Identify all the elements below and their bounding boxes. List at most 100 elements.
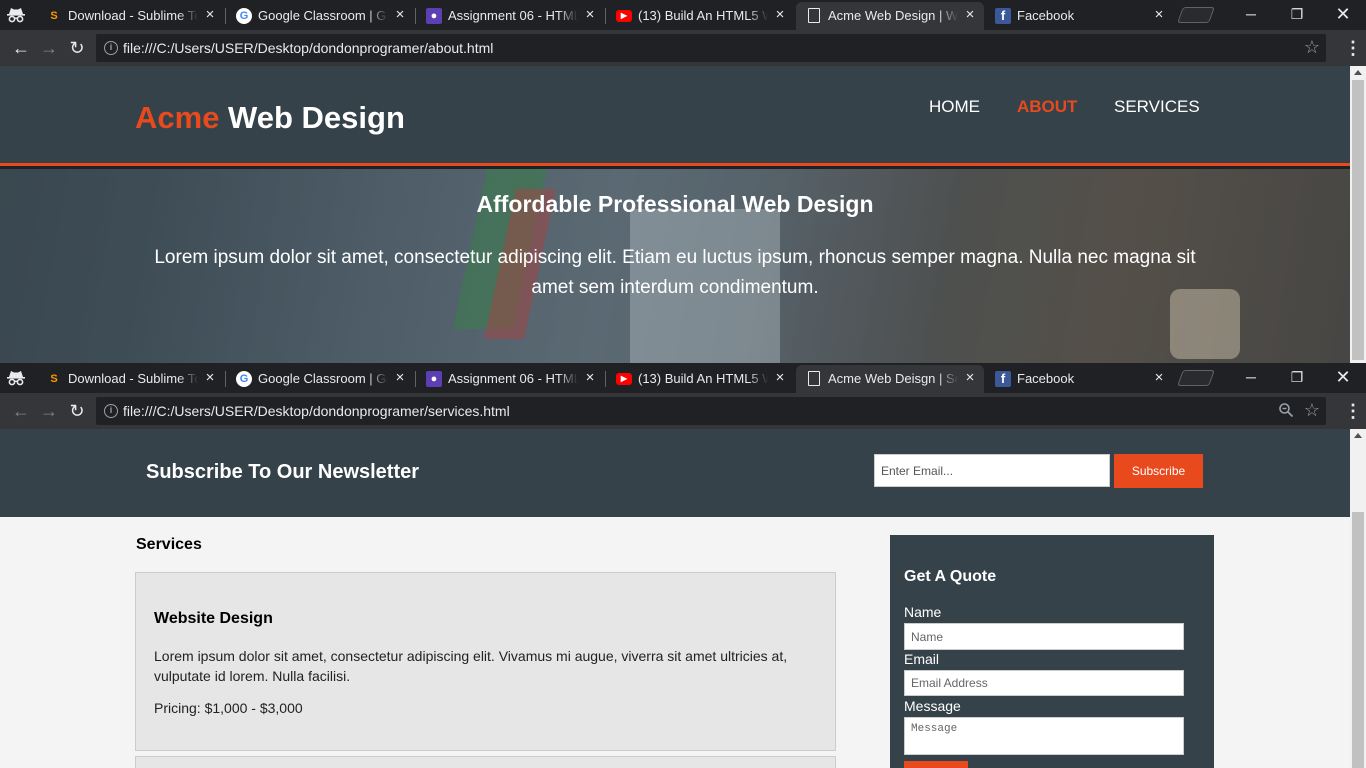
facebook-icon: f — [995, 8, 1011, 24]
forward-arrow-icon[interactable]: → — [38, 37, 60, 59]
newsletter-email-input[interactable] — [874, 454, 1110, 487]
info-icon[interactable]: i — [104, 404, 118, 418]
classroom-assignment-icon: ● — [426, 8, 442, 24]
restore-button[interactable]: ❐ — [1274, 363, 1320, 393]
tab-title: Download - Sublime Text — [68, 8, 198, 23]
subscribe-button[interactable]: Subscribe — [1114, 454, 1203, 488]
document-icon — [808, 8, 820, 23]
menu-kebab-icon[interactable]: ⋮ — [1344, 400, 1362, 422]
tab-sublime[interactable]: S Download - Sublime Text × — [36, 365, 224, 393]
scrollbar-thumb[interactable] — [1352, 512, 1364, 768]
quote-title: Get A Quote — [904, 568, 997, 585]
scrollbar-thumb[interactable] — [1352, 80, 1364, 360]
tab-google-classroom[interactable]: G Google Classroom | Google × — [226, 2, 414, 30]
quote-send-button[interactable] — [904, 761, 968, 768]
tab-sublime[interactable]: S Download - Sublime Text × — [36, 2, 224, 30]
tab-facebook[interactable]: f Facebook × — [985, 2, 1173, 30]
close-tab-icon[interactable]: × — [962, 370, 978, 386]
scroll-up-arrow-icon[interactable] — [1354, 70, 1362, 75]
sublime-icon: S — [50, 373, 58, 385]
email-label: Email — [904, 651, 940, 667]
forward-arrow-icon[interactable]: → — [38, 400, 60, 422]
quote-name-input[interactable] — [904, 623, 1184, 650]
close-tab-icon[interactable]: × — [202, 370, 218, 386]
incognito-icon — [7, 371, 25, 386]
nav-about-link[interactable]: ABOUT — [1017, 97, 1077, 117]
tab-assignment[interactable]: ● Assignment 06 - HTML5 × — [416, 2, 604, 30]
close-tab-icon[interactable]: × — [962, 7, 978, 23]
url-text: file:///C:/Users/USER/Desktop/dondonprog… — [123, 403, 510, 419]
google-icon: G — [236, 371, 252, 387]
service-card — [135, 756, 836, 768]
info-icon[interactable]: i — [104, 41, 118, 55]
vertical-scrollbar[interactable] — [1350, 429, 1366, 768]
close-window-button[interactable]: ✕ — [1320, 363, 1366, 393]
tab-acme-active[interactable]: Acme Web Design | Welcome × — [796, 2, 984, 30]
close-tab-icon[interactable]: × — [772, 370, 788, 386]
tab-title: Download - Sublime Text — [68, 371, 198, 386]
nav-home-link[interactable]: HOME — [929, 97, 980, 117]
close-tab-icon[interactable]: × — [772, 7, 788, 23]
menu-kebab-icon[interactable]: ⋮ — [1344, 37, 1362, 59]
services-heading: Services — [136, 536, 202, 553]
incognito-icon — [7, 8, 25, 23]
bookmark-star-icon[interactable]: ☆ — [1304, 37, 1320, 58]
reload-icon[interactable]: ↻ — [66, 400, 88, 422]
back-arrow-icon[interactable]: ← — [10, 400, 32, 422]
close-tab-icon[interactable]: × — [202, 7, 218, 23]
brand-rest: Web Design — [219, 100, 405, 135]
close-window-button[interactable]: ✕ — [1320, 0, 1366, 30]
zoom-magnifier-icon[interactable] — [1278, 402, 1294, 418]
bookmark-star-icon[interactable]: ☆ — [1304, 400, 1320, 421]
newsletter-title: Subscribe To Our Newsletter — [146, 461, 420, 483]
address-bar[interactable]: i file:///C:/Users/USER/Desktop/dondonpr… — [96, 397, 1326, 425]
brand-highlight: Acme — [135, 100, 220, 135]
tab-title: Facebook — [1017, 371, 1147, 386]
quote-email-input[interactable] — [904, 670, 1184, 696]
close-tab-icon[interactable]: × — [1151, 370, 1167, 386]
sublime-icon: S — [50, 10, 58, 22]
services-page-viewport: Subscribe To Our Newsletter Subscribe Se… — [0, 429, 1350, 768]
tab-strip: S Download - Sublime Text × G Google Cla… — [0, 363, 1366, 393]
showcase-title: Affordable Professional Web Design — [476, 191, 874, 217]
new-tab-button[interactable] — [1177, 370, 1215, 386]
url-text: file:///C:/Users/USER/Desktop/dondonprog… — [123, 40, 494, 56]
google-icon: G — [236, 8, 252, 24]
quote-message-textarea[interactable] — [904, 717, 1184, 755]
tab-title: Google Classroom | Google — [258, 371, 388, 386]
service-title: Website Design — [154, 610, 273, 627]
tab-title: (13) Build An HTML5 Website — [638, 8, 768, 23]
tab-youtube[interactable]: ▶ (13) Build An HTML5 Website × — [606, 365, 794, 393]
quote-sidebar: Get A Quote Name Email Message — [890, 535, 1214, 768]
site-header: Acme Web Design HOME ABOUT SERVICES — [0, 66, 1350, 166]
reload-icon[interactable]: ↻ — [66, 37, 88, 59]
tab-youtube[interactable]: ▶ (13) Build An HTML5 Website × — [606, 2, 794, 30]
nav-services-link[interactable]: SERVICES — [1114, 97, 1200, 117]
tab-google-classroom[interactable]: G Google Classroom | Google × — [226, 365, 414, 393]
minimize-button[interactable]: ─ — [1228, 363, 1274, 393]
restore-button[interactable]: ❐ — [1274, 0, 1320, 30]
address-bar[interactable]: i file:///C:/Users/USER/Desktop/dondonpr… — [96, 34, 1326, 62]
close-tab-icon[interactable]: × — [1151, 7, 1167, 23]
close-tab-icon[interactable]: × — [582, 370, 598, 386]
close-tab-icon[interactable]: × — [582, 7, 598, 23]
tab-title: Acme Web Design | Welcome — [828, 8, 958, 23]
tab-title: Facebook — [1017, 8, 1147, 23]
document-icon — [808, 371, 820, 386]
showcase-banner: Affordable Professional Web Design Lorem… — [0, 169, 1350, 363]
back-arrow-icon[interactable]: ← — [10, 37, 32, 59]
site-branding[interactable]: Acme Web Design — [135, 100, 405, 136]
showcase-text: Lorem ipsum dolor sit amet, consectetur … — [154, 247, 1196, 298]
close-tab-icon[interactable]: × — [392, 7, 408, 23]
message-label: Message — [904, 698, 961, 714]
scroll-up-arrow-icon[interactable] — [1354, 433, 1362, 438]
service-description: Lorem ipsum dolor sit amet, consectetur … — [154, 648, 788, 684]
close-tab-icon[interactable]: × — [392, 370, 408, 386]
vertical-scrollbar[interactable] — [1350, 66, 1366, 363]
tab-assignment[interactable]: ● Assignment 06 - HTML5 × — [416, 365, 604, 393]
tab-acme-active[interactable]: Acme Web Deisgn | Services × — [796, 365, 984, 393]
new-tab-button[interactable] — [1177, 7, 1215, 23]
tab-title: (13) Build An HTML5 Website — [638, 371, 768, 386]
tab-facebook[interactable]: f Facebook × — [985, 365, 1173, 393]
minimize-button[interactable]: ─ — [1228, 0, 1274, 30]
